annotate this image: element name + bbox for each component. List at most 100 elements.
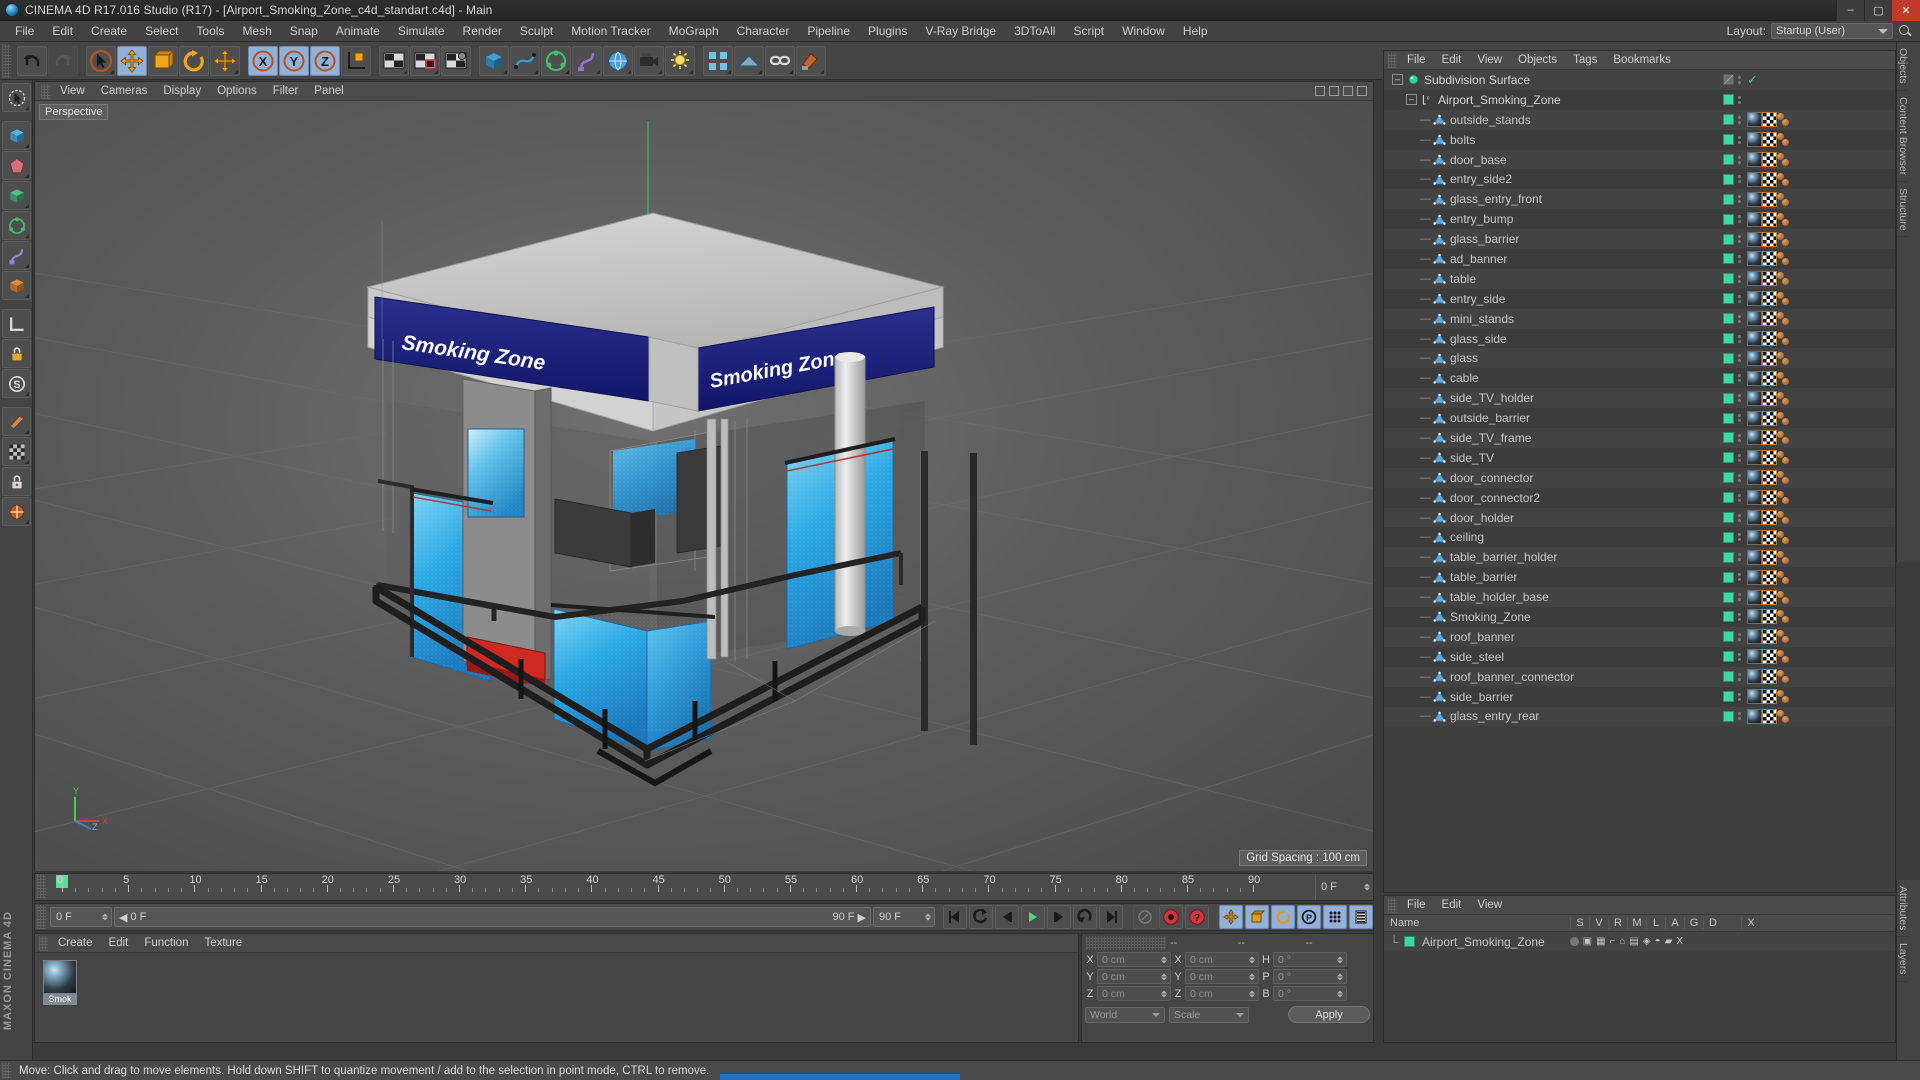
visibility-dots-icon[interactable] bbox=[1738, 155, 1741, 164]
coord-pos-y-field[interactable]: 0 cm bbox=[1097, 969, 1171, 984]
move-alt-icon[interactable] bbox=[210, 45, 240, 76]
light-icon[interactable] bbox=[665, 45, 695, 76]
tree-expander-icon[interactable]: – bbox=[1392, 74, 1403, 86]
menu-3dtoall[interactable]: 3DToAll bbox=[1005, 21, 1064, 42]
object-row[interactable]: — Smoking_Zone bbox=[1384, 607, 1895, 627]
selection-tag-icon[interactable] bbox=[1777, 590, 1792, 605]
object-row[interactable]: — door_holder bbox=[1384, 507, 1895, 528]
material-tag-icon[interactable] bbox=[1747, 529, 1762, 545]
coord-pos-z-field[interactable]: 0 cm bbox=[1097, 986, 1171, 1001]
uv-tag-icon[interactable] bbox=[1762, 609, 1777, 625]
uv-tag-icon[interactable] bbox=[1762, 350, 1777, 366]
menu-file[interactable]: File bbox=[6, 21, 43, 42]
menu-create[interactable]: Create bbox=[82, 21, 136, 42]
uv-tag-icon[interactable] bbox=[1762, 569, 1777, 585]
viewport-menu-filter[interactable]: Filter bbox=[265, 82, 307, 101]
material-tag-icon[interactable] bbox=[1747, 669, 1762, 685]
uv-tag-icon[interactable] bbox=[1762, 470, 1777, 486]
object-color-swatch[interactable] bbox=[1723, 571, 1734, 583]
object-row[interactable]: — glass_side bbox=[1384, 328, 1895, 349]
visibility-dots-icon[interactable] bbox=[1738, 75, 1741, 84]
uv-tag-icon[interactable] bbox=[1762, 291, 1777, 307]
object-color-swatch[interactable] bbox=[1723, 293, 1734, 305]
tab-content-browser[interactable]: Content Browser bbox=[1897, 91, 1909, 182]
object-color-swatch[interactable] bbox=[1723, 94, 1734, 106]
object-row[interactable]: — side_TV_frame bbox=[1384, 428, 1895, 448]
column-a[interactable]: A bbox=[1665, 917, 1684, 929]
visibility-dots-icon[interactable] bbox=[1738, 115, 1741, 124]
uv-tag-icon[interactable] bbox=[1762, 649, 1777, 665]
maximize-button[interactable]: ▢ bbox=[1864, 0, 1892, 21]
selection-tag-icon[interactable] bbox=[1777, 649, 1792, 664]
selection-tag-icon[interactable] bbox=[1777, 271, 1792, 286]
selection-tag-icon[interactable] bbox=[1777, 550, 1792, 565]
menu-mesh[interactable]: Mesh bbox=[233, 21, 280, 42]
visibility-dots-icon[interactable] bbox=[1738, 612, 1741, 621]
selection-tag-icon[interactable] bbox=[1777, 192, 1792, 207]
material-tag-icon[interactable] bbox=[1747, 331, 1762, 347]
frame-start-field[interactable]: 0 F bbox=[50, 907, 112, 927]
selection-tag-icon[interactable] bbox=[1777, 490, 1792, 505]
selection-tag-icon[interactable] bbox=[1777, 291, 1792, 306]
object-color-swatch[interactable] bbox=[1723, 372, 1734, 384]
spinner-icon[interactable] bbox=[1161, 990, 1167, 997]
spinner-icon[interactable] bbox=[1249, 990, 1255, 997]
xref-icon[interactable]: X bbox=[1676, 936, 1683, 947]
viewport-grip[interactable] bbox=[41, 83, 50, 99]
menu-tools[interactable]: Tools bbox=[187, 21, 233, 42]
live-selection-icon[interactable] bbox=[2, 83, 31, 112]
uv-tag-icon[interactable] bbox=[1762, 331, 1777, 347]
spinner-icon[interactable] bbox=[1364, 883, 1370, 891]
object-row[interactable]: — cable bbox=[1384, 368, 1895, 389]
object-color-swatch[interactable] bbox=[1723, 173, 1734, 185]
subdivision-surface-icon[interactable] bbox=[2, 181, 31, 210]
coord-rot-b-field[interactable]: 0 ° bbox=[1273, 986, 1347, 1001]
object-row[interactable]: — table bbox=[1384, 268, 1895, 289]
move-icon[interactable] bbox=[117, 45, 147, 76]
visibility-dots-icon[interactable] bbox=[1738, 274, 1741, 283]
material-tag-icon[interactable] bbox=[1747, 191, 1762, 207]
visibility-dots-icon[interactable] bbox=[1738, 652, 1741, 661]
viewport-menu-options[interactable]: Options bbox=[209, 82, 265, 101]
selection-tag-icon[interactable] bbox=[1777, 371, 1792, 386]
selection-tag-icon[interactable] bbox=[1777, 331, 1792, 346]
toolbar-grip[interactable] bbox=[2, 43, 11, 78]
object-color-swatch[interactable] bbox=[1723, 233, 1734, 245]
visibility-dots-icon[interactable] bbox=[1738, 473, 1741, 482]
object-row[interactable]: — roof_banner bbox=[1384, 626, 1895, 647]
key-rotation-icon[interactable] bbox=[1271, 905, 1295, 929]
object-color-swatch[interactable] bbox=[1723, 551, 1734, 563]
viewport-move-icon[interactable] bbox=[1315, 86, 1325, 96]
column-g[interactable]: G bbox=[1684, 917, 1703, 929]
visibility-dots-icon[interactable] bbox=[1738, 553, 1741, 562]
selection-tag-icon[interactable] bbox=[1777, 411, 1792, 426]
generator-icon[interactable]: ◈ bbox=[1643, 936, 1651, 947]
selection-tag-icon[interactable] bbox=[1777, 351, 1792, 366]
spinner-icon[interactable] bbox=[1337, 990, 1343, 997]
visibility-dots-icon[interactable] bbox=[1738, 95, 1741, 104]
axis-z-icon[interactable]: Z bbox=[310, 45, 340, 76]
render-icon[interactable]: ▦ bbox=[1596, 936, 1605, 947]
object-row[interactable]: — door_connector bbox=[1384, 467, 1895, 488]
viewport-maximize-icon[interactable] bbox=[1357, 86, 1367, 96]
selection-tag-icon[interactable] bbox=[1777, 629, 1792, 644]
render-region-icon[interactable] bbox=[410, 45, 440, 76]
object-color-swatch[interactable] bbox=[1723, 651, 1734, 663]
uv-tag-icon[interactable] bbox=[1762, 708, 1777, 724]
snap-tool-icon[interactable]: S bbox=[2, 369, 31, 398]
object-color-swatch[interactable] bbox=[1723, 134, 1734, 146]
object-row[interactable]: — glass_entry_rear bbox=[1384, 706, 1895, 727]
material-tag-icon[interactable] bbox=[1747, 649, 1762, 665]
attribute-menu-edit[interactable]: Edit bbox=[1434, 896, 1470, 915]
uv-tag-icon[interactable] bbox=[1762, 171, 1777, 187]
material-tag-icon[interactable] bbox=[1747, 510, 1762, 526]
play-forward-icon[interactable] bbox=[1021, 905, 1045, 929]
timeline-ruler[interactable]: 0 5 10 15 20 25 30 35 40 45 50 55 60 65 70 75 80 85 90 bbox=[48, 874, 1315, 900]
material-tag-icon[interactable] bbox=[1747, 350, 1762, 366]
object-color-swatch[interactable] bbox=[1723, 710, 1734, 722]
cube-primitive-icon[interactable] bbox=[479, 45, 509, 76]
uv-tag-icon[interactable] bbox=[1762, 191, 1777, 207]
key-position-icon[interactable] bbox=[1219, 905, 1243, 929]
uv-tag-icon[interactable] bbox=[1762, 549, 1777, 565]
object-row[interactable]: — table_holder_base bbox=[1384, 587, 1895, 608]
